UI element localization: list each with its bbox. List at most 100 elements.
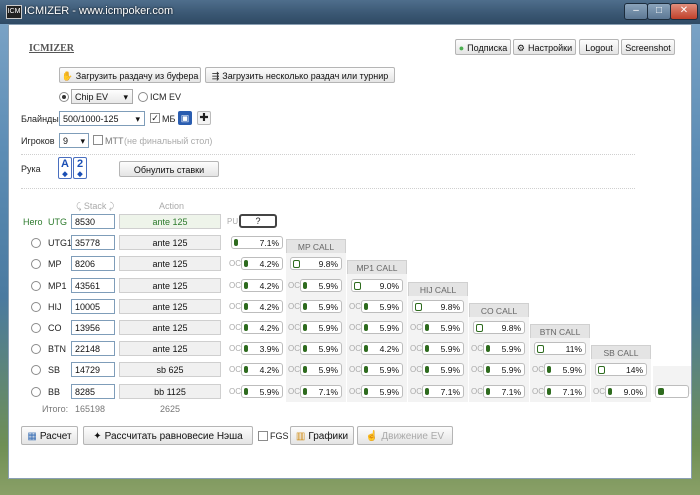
graphs-button[interactable]: ▥ Графики <box>290 426 354 445</box>
player-radio-utg1[interactable] <box>31 238 41 248</box>
window-titlebar[interactable]: ICM ICMIZER - www.icmpoker.com – □ ✕ <box>0 0 700 24</box>
stack-input[interactable]: 35778 <box>71 235 115 250</box>
logout-button[interactable]: Logout <box>579 39 619 55</box>
action-field[interactable]: ante 125 <box>119 341 221 356</box>
action-field[interactable]: ante 125 <box>119 256 221 271</box>
action-field[interactable]: ante 125 <box>119 278 221 293</box>
hole-card-1[interactable]: A ◆ <box>58 157 72 179</box>
equity-cell[interactable]: 5.9% <box>544 363 586 376</box>
range-bar-icon <box>303 345 307 352</box>
settings-button[interactable]: ⚙ Настройки <box>513 39 576 55</box>
oc-label: OC <box>229 323 241 332</box>
equity-cell[interactable]: 4.2% <box>241 300 283 313</box>
player-radio-bb[interactable] <box>31 387 41 397</box>
blinds-select[interactable]: 500/1000-125 ▾ <box>59 111 145 126</box>
call-range-cell[interactable]: 9.8% <box>412 300 464 313</box>
mtt-checkbox[interactable] <box>93 135 103 145</box>
action-field[interactable]: bb 1125 <box>119 384 221 399</box>
fgs-checkbox[interactable] <box>258 431 268 441</box>
equity-cell[interactable]: 4.2% <box>241 321 283 334</box>
action-field[interactable]: ante 125 <box>119 214 221 229</box>
save-icon[interactable]: ▣ <box>178 111 192 125</box>
player-radio-btn[interactable] <box>31 344 41 354</box>
equity-cell[interactable]: 7.1% <box>483 385 525 398</box>
equity-cell[interactable]: 5.9% <box>361 300 403 313</box>
chip-ev-select[interactable]: Chip EV ▾ <box>71 89 133 104</box>
load-from-buffer-button[interactable]: ✋ Загрузить раздачу из буфера <box>59 67 201 83</box>
equity-cell[interactable]: 5.9% <box>300 363 342 376</box>
players-select[interactable]: 9 ▾ <box>59 133 89 148</box>
equity-cell[interactable]: 5.9% <box>241 385 283 398</box>
equity-cell[interactable]: 9.0% <box>605 385 647 398</box>
stack-input[interactable]: 8206 <box>71 256 115 271</box>
equity-cell[interactable]: 4.2% <box>361 342 403 355</box>
oc-label: OC <box>471 387 483 396</box>
equity-cell[interactable]: 7.1% <box>422 385 464 398</box>
subscription-button[interactable]: ● Подписка <box>455 39 511 55</box>
equity-cell[interactable]: 5.9% <box>422 363 464 376</box>
call-range-cell[interactable] <box>655 385 689 398</box>
load-multiple-button[interactable]: ⇶ Загрузить несколько раздач или турнир <box>205 67 395 83</box>
stack-input[interactable]: 13956 <box>71 320 115 335</box>
call-range-cell[interactable]: 9.0% <box>351 279 403 292</box>
call-range-cell[interactable]: 11% <box>534 342 586 355</box>
equity-cell[interactable]: 5.9% <box>422 321 464 334</box>
equity-cell[interactable]: 4.2% <box>241 363 283 376</box>
call-range-cell[interactable]: 9.8% <box>290 257 342 270</box>
player-radio-co[interactable] <box>31 323 41 333</box>
action-field[interactable]: ante 125 <box>119 320 221 335</box>
range-bar-icon <box>303 324 307 331</box>
player-radio-hij[interactable] <box>31 302 41 312</box>
equity-percent: 7.1% <box>562 387 582 397</box>
chip-ev-radio[interactable] <box>59 92 69 102</box>
equity-cell[interactable]: 4.2% <box>241 279 283 292</box>
calculate-button[interactable]: ▦ Расчет <box>21 426 78 445</box>
equity-cell[interactable]: 5.9% <box>361 385 403 398</box>
maximize-button[interactable]: □ <box>647 3 671 20</box>
minimize-button[interactable]: – <box>624 3 648 20</box>
player-radio-mp[interactable] <box>31 259 41 269</box>
pu-hand-selector[interactable]: ? <box>239 214 277 228</box>
call-range-cell[interactable]: 7.1% <box>231 236 283 249</box>
call-range-cell[interactable]: 9.8% <box>473 321 525 334</box>
ev-movement-button[interactable]: ☝ Движение EV <box>357 426 453 445</box>
position-label: HIJ <box>48 302 62 312</box>
app-icon: ICM <box>6 5 22 19</box>
mb-checkbox[interactable]: ✓ <box>150 113 160 123</box>
action-field[interactable]: ante 125 <box>119 235 221 250</box>
action-field[interactable]: sb 625 <box>119 362 221 377</box>
screenshot-button[interactable]: Screenshot <box>621 39 675 55</box>
equity-cell[interactable]: 4.2% <box>241 257 283 270</box>
stack-input[interactable]: 10005 <box>71 299 115 314</box>
player-radio-mp1[interactable] <box>31 281 41 291</box>
call-range-cell[interactable]: 14% <box>595 363 647 376</box>
hole-card-2[interactable]: 2 ◆ <box>73 157 87 179</box>
equity-cell[interactable]: 7.1% <box>544 385 586 398</box>
equity-cell[interactable]: 7.1% <box>300 385 342 398</box>
stack-input[interactable]: 22148 <box>71 341 115 356</box>
equity-cell[interactable]: 5.9% <box>483 363 525 376</box>
stack-input[interactable]: 8530 <box>71 214 115 229</box>
equity-cell[interactable]: 5.9% <box>483 342 525 355</box>
equity-cell[interactable]: 5.9% <box>300 300 342 313</box>
nash-equilibrium-button[interactable]: ✦ Рассчитать равновесие Нэша <box>83 426 253 445</box>
add-icon[interactable]: ✚ <box>197 111 211 125</box>
range-bar-icon <box>244 366 248 373</box>
close-button[interactable]: ✕ <box>670 3 698 20</box>
icm-ev-radio[interactable] <box>138 92 148 102</box>
range-bar-icon <box>415 303 422 311</box>
stack-input[interactable]: 14729 <box>71 362 115 377</box>
equity-percent: 5.9% <box>501 365 521 375</box>
stack-input[interactable]: 43561 <box>71 278 115 293</box>
equity-cell[interactable]: 3.9% <box>241 342 283 355</box>
player-radio-sb[interactable] <box>31 365 41 375</box>
stack-input[interactable]: 8285 <box>71 384 115 399</box>
equity-cell[interactable]: 5.9% <box>361 321 403 334</box>
reset-bets-button[interactable]: Обнулить ставки <box>119 161 219 177</box>
equity-cell[interactable]: 5.9% <box>300 342 342 355</box>
equity-cell[interactable]: 5.9% <box>300 279 342 292</box>
equity-cell[interactable]: 5.9% <box>300 321 342 334</box>
equity-cell[interactable]: 5.9% <box>422 342 464 355</box>
equity-cell[interactable]: 5.9% <box>361 363 403 376</box>
action-field[interactable]: ante 125 <box>119 299 221 314</box>
